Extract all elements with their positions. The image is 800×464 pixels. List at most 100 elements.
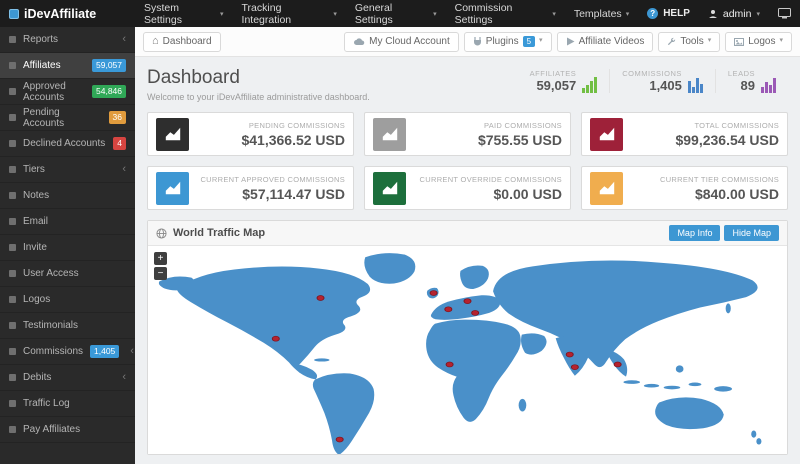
commissions-icon xyxy=(9,348,16,355)
sidebar-item-notes[interactable]: Notes xyxy=(0,183,135,209)
view-site-button[interactable] xyxy=(769,0,800,27)
map-marker[interactable] xyxy=(614,362,621,367)
bar-chart-icon xyxy=(582,75,597,93)
stat-cards: PENDING COMMISSIONS $41,366.52 USD PAID … xyxy=(147,112,788,210)
approved-accounts-icon xyxy=(9,88,16,95)
user-menu[interactable]: admin ▾ xyxy=(699,0,769,27)
invite-icon xyxy=(9,244,16,251)
borneo xyxy=(664,386,681,390)
area-chart-icon xyxy=(373,172,406,205)
central-america xyxy=(289,363,317,380)
sidebar-item-pay-affiliates[interactable]: Pay Affiliates xyxy=(0,417,135,443)
menu-tracking-integration[interactable]: Tracking Integration ▾ xyxy=(233,0,346,27)
sidebar-item-label: Pending Accounts xyxy=(23,107,102,129)
menu-commission-settings[interactable]: Commission Settings ▾ xyxy=(446,0,565,27)
button-label: Affiliate Videos xyxy=(579,36,645,48)
area-chart-icon xyxy=(373,118,406,151)
card-value: $840.00 USD xyxy=(660,186,779,202)
page-header: Dashboard Welcome to your iDevAffiliate … xyxy=(147,67,788,102)
card-paid-commissions: PAID COMMISSIONS $755.55 USD xyxy=(364,112,571,156)
sidebar-item-declined-accounts[interactable]: Declined Accounts 4 xyxy=(0,131,135,157)
declined-accounts-icon xyxy=(9,140,16,147)
debits-icon xyxy=(9,374,16,381)
java xyxy=(644,384,659,388)
header-stats: AFFILIATES 59,057 COMMISSIONS 1,405 LE xyxy=(518,67,788,93)
stat-value: 89 xyxy=(728,78,755,93)
help-button[interactable]: ? HELP xyxy=(638,0,699,27)
map-marker[interactable] xyxy=(571,365,578,370)
sidebar-item-user-access[interactable]: User Access xyxy=(0,261,135,287)
stat-leads: LEADS 89 xyxy=(715,69,788,93)
sidebar-item-tiers[interactable]: Tiers ‹ xyxy=(0,157,135,183)
map-marker[interactable] xyxy=(336,437,343,442)
sidebar-item-testimonials[interactable]: Testimonials xyxy=(0,313,135,339)
chevron-down-icon: ▾ xyxy=(756,10,760,18)
hide-map-button[interactable]: Hide Map xyxy=(724,225,779,241)
sidebar-item-invite[interactable]: Invite xyxy=(0,235,135,261)
my-cloud-account-button[interactable]: My Cloud Account xyxy=(344,32,459,52)
chevron-left-icon: ‹ xyxy=(122,164,126,175)
map-panel-title: World Traffic Map xyxy=(173,227,265,239)
sidebar-item-reports[interactable]: Reports ‹ xyxy=(0,27,135,53)
sidebar-item-email[interactable]: Email xyxy=(0,209,135,235)
count-badge: 4 xyxy=(113,137,126,149)
globe-icon xyxy=(156,228,167,239)
map-marker[interactable] xyxy=(446,362,453,367)
sidebar-item-commissions[interactable]: Commissions 1,405 ‹ xyxy=(0,339,135,365)
card-current-override-commissions: CURRENT OVERRIDE COMMISSIONS $0.00 USD xyxy=(364,166,571,210)
map-info-button[interactable]: Map Info xyxy=(669,225,720,241)
main-menu: System Settings ▾ Tracking Integration ▾… xyxy=(135,0,638,27)
sidebar-item-label: Invite xyxy=(23,242,47,253)
affiliates-icon xyxy=(9,62,16,69)
sidebar-item-label: Pay Affiliates xyxy=(23,424,80,435)
menu-system-settings[interactable]: System Settings ▾ xyxy=(135,0,233,27)
sidebar-item-logos[interactable]: Logos xyxy=(0,287,135,313)
sulawesi xyxy=(689,383,702,387)
menu-label: Templates xyxy=(574,8,622,20)
app-logo[interactable]: iDevAffiliate xyxy=(0,7,135,21)
map-marker[interactable] xyxy=(472,310,479,315)
menu-general-settings[interactable]: General Settings ▾ xyxy=(346,0,446,27)
world-map[interactable]: + − xyxy=(148,246,787,454)
chevron-down-icon: ▾ xyxy=(220,10,224,18)
top-navbar: iDevAffiliate System Settings ▾ Tracking… xyxy=(0,0,800,27)
plug-icon xyxy=(473,37,482,46)
map-marker[interactable] xyxy=(566,352,573,357)
sidebar-item-traffic-log[interactable]: Traffic Log xyxy=(0,391,135,417)
affiliate-videos-button[interactable]: Affiliate Videos xyxy=(557,32,654,52)
south-america xyxy=(313,373,374,454)
africa xyxy=(426,320,521,422)
cloud-icon xyxy=(353,37,365,46)
sidebar-item-affiliates[interactable]: Affiliates 59,057 xyxy=(0,53,135,79)
sidebar-item-label: Notes xyxy=(23,190,49,201)
plugins-button[interactable]: Plugins 5 ▾ xyxy=(464,32,552,52)
map-zoom-in-button[interactable]: + xyxy=(154,252,167,265)
australia xyxy=(655,397,724,429)
map-zoom-out-button[interactable]: − xyxy=(154,267,167,280)
sidebar: Reports ‹ Affiliates 59,057 Approved Acc… xyxy=(0,27,135,464)
tools-button[interactable]: Tools ▾ xyxy=(658,32,720,52)
card-pending-commissions: PENDING COMMISSIONS $41,366.52 USD xyxy=(147,112,354,156)
map-marker[interactable] xyxy=(430,291,437,296)
sidebar-item-debits[interactable]: Debits ‹ xyxy=(0,365,135,391)
sidebar-item-label: Email xyxy=(23,216,48,227)
world-traffic-map-panel: World Traffic Map Map Info Hide Map xyxy=(147,220,788,455)
logos-button[interactable]: Logos ▾ xyxy=(725,32,792,52)
map-marker[interactable] xyxy=(464,299,471,304)
map-marker[interactable] xyxy=(272,336,279,341)
plugins-count-badge: 5 xyxy=(523,36,535,48)
chevron-down-icon: ▾ xyxy=(708,37,712,45)
stat-label: COMMISSIONS xyxy=(622,69,682,78)
navbar-right: ? HELP admin ▾ xyxy=(638,0,800,27)
sidebar-item-pending-accounts[interactable]: Pending Accounts 36 xyxy=(0,105,135,131)
breadcrumb-dashboard-button[interactable]: ⌂ Dashboard xyxy=(143,32,221,52)
help-icon: ? xyxy=(647,8,658,19)
sidebar-item-approved-accounts[interactable]: Approved Accounts 54,846 xyxy=(0,79,135,105)
area-chart-icon xyxy=(590,172,623,205)
menu-templates[interactable]: Templates ▾ xyxy=(565,0,638,27)
toolbar-right: My Cloud Account Plugins 5 ▾ Affiliate V… xyxy=(344,32,792,52)
sidebar-item-label: Tiers xyxy=(23,164,45,175)
card-label: PENDING COMMISSIONS xyxy=(241,121,345,130)
map-marker[interactable] xyxy=(445,307,452,312)
map-marker[interactable] xyxy=(317,296,324,301)
